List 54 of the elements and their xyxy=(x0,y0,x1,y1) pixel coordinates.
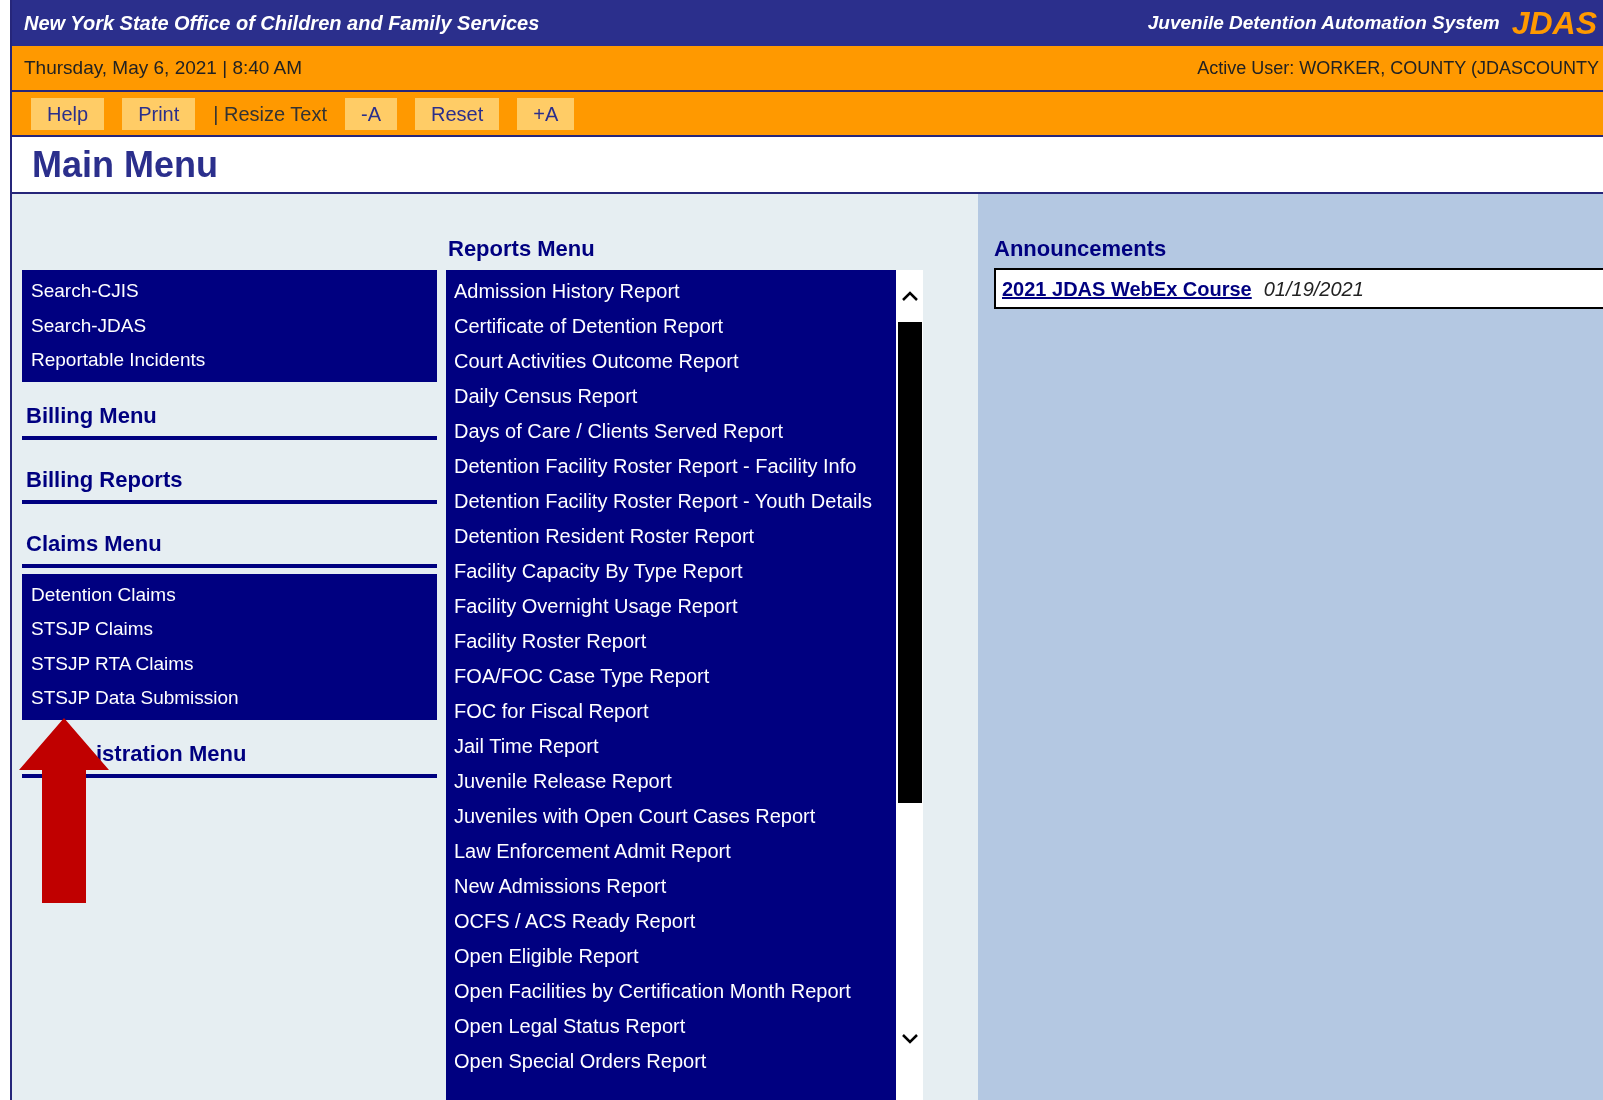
report-link[interactable]: FOC for Fiscal Report xyxy=(446,694,896,729)
menu-link[interactable]: Reportable Incidents xyxy=(22,343,437,378)
toolbar-button[interactable]: Print xyxy=(122,97,196,130)
report-link[interactable]: Open Eligible Report xyxy=(446,939,896,974)
menu-link[interactable]: STSJP RTA Claims xyxy=(22,646,437,681)
menu-link[interactable]: Detention Claims xyxy=(22,577,437,612)
resize-text-label: | Resize Text xyxy=(213,101,328,127)
agency-title: New York State Office of Children and Family Services xyxy=(24,11,540,36)
menu-heading: Billing Menu xyxy=(25,401,158,430)
menu-heading: istration Menu xyxy=(95,739,248,768)
announcement-link[interactable]: 2021 JDAS WebEx Course xyxy=(1002,273,1252,304)
date-time: Thursday, May 6, 2021 | 8:40 AM xyxy=(24,55,303,80)
report-link[interactable]: Jail Time Report xyxy=(446,729,896,764)
report-link[interactable]: Facility Roster Report xyxy=(446,624,896,659)
report-link[interactable]: Certificate of Detention Report xyxy=(446,309,896,344)
report-link[interactable]: Detention Facility Roster Report - Facility Info xyxy=(446,449,896,484)
report-link[interactable]: New Admissions Report xyxy=(446,869,896,904)
scroll-up-icon[interactable] xyxy=(900,290,919,302)
logo-text: JDAS xyxy=(1511,4,1598,43)
report-link[interactable]: Admission History Report xyxy=(446,274,896,309)
system-title: Juvenile Detention Automation System xyxy=(1147,10,1500,35)
announcements-title: Announcements xyxy=(994,235,1168,263)
active-user: Active User: WORKER, COUNTY (JDASCOUNTY xyxy=(1197,56,1600,80)
report-link[interactable]: Detention Resident Roster Report xyxy=(446,519,896,554)
report-link[interactable]: Open Facilities by Certification Month Report xyxy=(446,974,896,1009)
report-link[interactable]: Open Legal Status Report xyxy=(446,1009,896,1044)
report-link[interactable]: FOA/FOC Case Type Report xyxy=(446,659,896,694)
toolbar-button[interactable]: -A xyxy=(345,97,398,130)
menu-heading: Claims Menu xyxy=(25,529,163,558)
menu-link[interactable]: STSJP Data Submission xyxy=(22,681,437,716)
scroll-down-icon[interactable] xyxy=(900,1033,919,1045)
report-link[interactable]: OCFS / ACS Ready Report xyxy=(446,904,896,939)
report-link[interactable]: Days of Care / Clients Served Report xyxy=(446,414,896,449)
report-link[interactable]: Court Activities Outcome Report xyxy=(446,344,896,379)
reports-menu-title: Reports Menu xyxy=(447,235,596,263)
report-link[interactable]: Facility Capacity By Type Report xyxy=(446,554,896,589)
scrollbar[interactable] xyxy=(896,270,923,1100)
scrollbar-thumb[interactable] xyxy=(897,322,922,803)
toolbar-button[interactable]: Reset xyxy=(415,97,500,130)
toolbar-button[interactable]: +A xyxy=(517,97,575,130)
menu-heading: Billing Reports xyxy=(25,465,184,494)
toolbar-button[interactable]: Help xyxy=(31,97,105,130)
report-link[interactable]: Juvenile Release Report xyxy=(446,764,896,799)
page-title: Main Menu xyxy=(32,142,218,187)
report-link[interactable]: Daily Census Report xyxy=(446,379,896,414)
report-link[interactable]: Facility Overnight Usage Report xyxy=(446,589,896,624)
menu-link[interactable]: Search-CJIS xyxy=(22,274,437,309)
menu-link[interactable]: Search-JDAS xyxy=(22,308,437,343)
report-link[interactable]: Law Enforcement Admit Report xyxy=(446,834,896,869)
menu-link[interactable]: STSJP Claims xyxy=(22,612,437,647)
report-link[interactable]: Juveniles with Open Court Cases Report xyxy=(446,799,896,834)
report-link[interactable]: Open Special Orders Report xyxy=(446,1044,896,1079)
report-link[interactable]: Detention Facility Roster Report - Youth Details xyxy=(446,484,896,519)
announcement-date: 01/19/2021 xyxy=(1263,276,1364,302)
